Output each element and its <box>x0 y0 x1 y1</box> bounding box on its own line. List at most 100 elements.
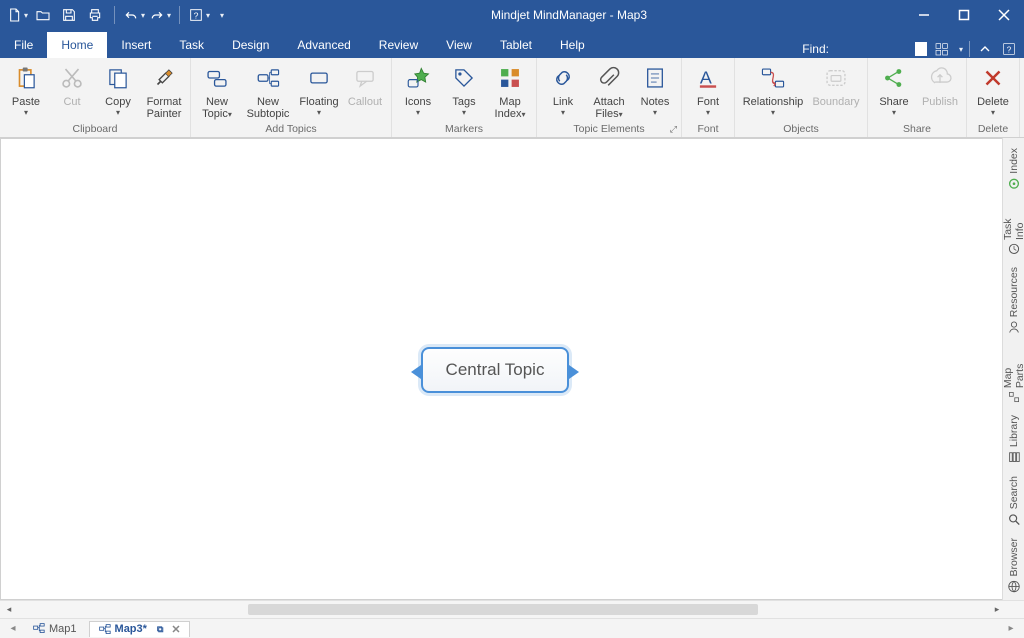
group-font: A Font ▾ Font <box>682 58 735 137</box>
attach-files-button[interactable]: AttachFiles▾ <box>587 60 631 121</box>
chevron-down-icon: ▾ <box>653 108 657 117</box>
scroll-right-icon[interactable]: ▸ <box>988 601 1006 618</box>
ribbon: Paste ▾ Cut Copy ▾ FormatPainter Clipboa… <box>0 58 1024 138</box>
tags-button[interactable]: Tags ▾ <box>442 60 486 117</box>
expand-handle-left[interactable] <box>411 365 421 379</box>
side-tab-search-label: Search <box>1008 476 1020 509</box>
share-icon <box>878 62 910 94</box>
map-index-button[interactable]: MapIndex▾ <box>488 60 532 121</box>
tab-view[interactable]: View <box>432 32 486 58</box>
doc-nav-next[interactable]: ▸ <box>1004 623 1018 634</box>
find-indicator[interactable] <box>915 42 927 56</box>
format-painter-label: FormatPainter <box>147 96 182 120</box>
new-window-icon[interactable]: ⧉ <box>157 624 163 635</box>
tab-tablet[interactable]: Tablet <box>486 32 546 58</box>
boundary-label: Boundary <box>812 96 859 108</box>
new-topic-button[interactable]: NewTopic▾ <box>195 60 239 121</box>
group-label-add-topics: Add Topics <box>191 121 391 137</box>
doc-nav-prev[interactable]: ◂ <box>6 623 20 634</box>
tab-design[interactable]: Design <box>218 32 283 58</box>
doc-tab-map1-label: Map1 <box>49 623 77 635</box>
svg-text:?: ? <box>194 10 199 20</box>
side-tab-task-info[interactable]: Task Info <box>1000 197 1024 261</box>
ribbon-tabs: File Home Insert Task Design Advanced Re… <box>0 30 1024 58</box>
relationship-button[interactable]: Relationship ▾ <box>739 60 807 117</box>
index-icon <box>1007 177 1021 191</box>
map-index-icon <box>494 62 526 94</box>
maximize-button[interactable] <box>944 0 984 30</box>
copy-label: Copy <box>105 96 131 108</box>
side-tab-browser[interactable]: Browser <box>1005 532 1023 600</box>
copy-button[interactable]: Copy ▾ <box>96 60 140 117</box>
help-button[interactable]: ? ▾ <box>188 4 210 26</box>
delete-button[interactable]: Delete ▾ <box>971 60 1015 117</box>
publish-icon <box>924 62 956 94</box>
open-button[interactable] <box>32 4 54 26</box>
save-button[interactable] <box>58 4 80 26</box>
expand-handle-right[interactable] <box>569 365 579 379</box>
redo-button[interactable]: ▾ <box>149 4 171 26</box>
qat-customize-button[interactable]: ▾ <box>214 4 228 26</box>
link-button[interactable]: Link ▾ <box>541 60 585 117</box>
publish-button[interactable]: Publish <box>918 60 962 108</box>
icons-button[interactable]: Icons ▾ <box>396 60 440 117</box>
tab-file[interactable]: File <box>0 32 47 58</box>
cut-label: Cut <box>63 96 80 108</box>
tab-advanced[interactable]: Advanced <box>283 32 364 58</box>
floating-button[interactable]: Floating ▾ <box>297 60 341 117</box>
close-button[interactable] <box>984 0 1024 30</box>
format-painter-icon <box>148 62 180 94</box>
map-icon <box>32 622 45 635</box>
callout-button[interactable]: Callout <box>343 60 387 108</box>
view-options-icon[interactable] <box>933 40 951 58</box>
group-topic-elements: Link ▾ AttachFiles▾ Notes ▾ Topic Elemen… <box>537 58 682 137</box>
dialog-launcher-icon[interactable]: ⤢ <box>670 124 677 135</box>
side-tab-search[interactable]: Search <box>1005 470 1023 532</box>
side-tab-library[interactable]: Library <box>1005 409 1023 470</box>
scroll-left-icon[interactable]: ◂ <box>0 601 18 618</box>
icons-icon <box>402 62 434 94</box>
separator <box>179 6 180 24</box>
side-tab-map-parts[interactable]: Map Parts <box>1000 340 1024 409</box>
notes-button[interactable]: Notes ▾ <box>633 60 677 117</box>
collapse-ribbon-icon[interactable] <box>976 40 994 58</box>
tab-home[interactable]: Home <box>47 32 107 58</box>
chevron-down-icon: ▾ <box>462 108 466 117</box>
mindmap-canvas[interactable]: Central Topic <box>0 138 1006 600</box>
paste-button[interactable]: Paste ▾ <box>4 60 48 117</box>
scroll-track-horizontal[interactable] <box>18 601 988 618</box>
group-label-clipboard: Clipboard <box>0 121 190 137</box>
group-label-font: Font <box>682 121 734 137</box>
new-document-button[interactable]: ▾ <box>6 4 28 26</box>
horizontal-scrollbar[interactable]: ◂ ▸ <box>0 600 1024 618</box>
cut-button[interactable]: Cut <box>50 60 94 108</box>
boundary-button[interactable]: Boundary <box>809 60 863 108</box>
minimize-button[interactable] <box>904 0 944 30</box>
browser-icon <box>1007 580 1021 594</box>
format-painter-button[interactable]: FormatPainter <box>142 60 186 120</box>
scroll-thumb-horizontal[interactable] <box>248 604 758 615</box>
undo-button[interactable]: ▾ <box>123 4 145 26</box>
window-controls <box>904 0 1024 30</box>
font-button[interactable]: A Font ▾ <box>686 60 730 117</box>
tab-help[interactable]: Help <box>546 32 599 58</box>
new-subtopic-button[interactable]: NewSubtopic <box>241 60 295 120</box>
doc-tab-map1[interactable]: Map1 <box>24 621 85 636</box>
side-tab-resources[interactable]: Resources <box>1005 261 1023 340</box>
close-tab-icon[interactable]: ✕ <box>171 623 180 636</box>
tab-review[interactable]: Review <box>365 32 432 58</box>
side-tab-browser-label: Browser <box>1008 538 1020 577</box>
share-button[interactable]: Share ▾ <box>872 60 916 117</box>
help-icon[interactable]: ? <box>1000 40 1018 58</box>
group-label-share: Share <box>868 121 966 137</box>
side-tab-library-label: Library <box>1008 415 1020 447</box>
side-tab-index[interactable]: Index <box>1005 142 1023 197</box>
delete-label: Delete <box>977 96 1009 108</box>
svg-text:?: ? <box>1007 45 1012 54</box>
tab-task[interactable]: Task <box>165 32 218 58</box>
floating-icon <box>303 62 335 94</box>
doc-tab-map3[interactable]: Map3* ⧉ ✕ <box>89 621 190 637</box>
tab-insert[interactable]: Insert <box>107 32 165 58</box>
print-button[interactable] <box>84 4 106 26</box>
central-topic-node[interactable]: Central Topic <box>421 347 569 393</box>
